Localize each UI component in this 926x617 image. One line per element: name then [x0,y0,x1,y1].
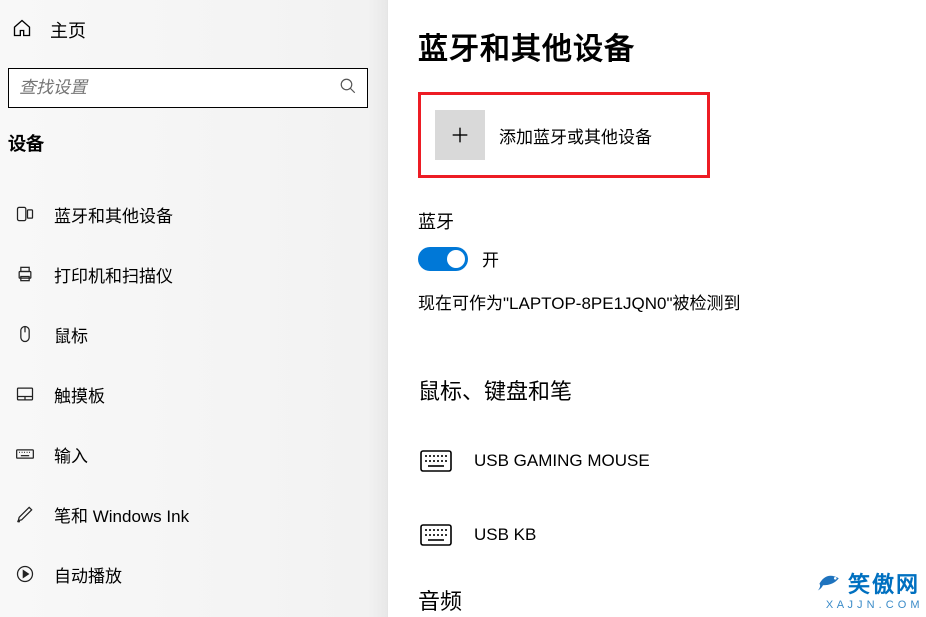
sidebar-item-printers[interactable]: 打印机和扫描仪 [0,244,387,304]
main-content: 蓝牙和其他设备 添加蓝牙或其他设备 蓝牙 开 现在可作为"LAPTOP-8PE1… [388,0,926,617]
keyboard-icon [14,443,36,465]
sidebar-item-label: 输入 [54,442,88,467]
device-row[interactable]: USB GAMING MOUSE [418,436,896,486]
home-label: 主页 [50,17,86,43]
device-row[interactable]: USB KB [418,510,896,560]
keyboard-device-icon [418,450,454,472]
sidebar-item-label: 打印机和扫描仪 [54,262,173,287]
section-heading-audio: 音频 [418,584,896,616]
plus-icon [435,110,485,160]
sidebar: 主页 设备 蓝牙和其他设备 打印机和扫描仪 [0,0,388,617]
sidebar-item-typing[interactable]: 输入 [0,424,387,484]
bluetooth-toggle[interactable] [418,247,468,271]
sidebar-item-label: 触摸板 [54,382,105,407]
search-box[interactable] [8,68,368,108]
add-device-label: 添加蓝牙或其他设备 [499,123,652,148]
pen-icon [14,503,36,525]
device-name: USB GAMING MOUSE [474,451,650,471]
bluetooth-heading: 蓝牙 [418,208,896,234]
sidebar-section-title: 设备 [0,120,387,166]
nav-list: 蓝牙和其他设备 打印机和扫描仪 鼠标 触摸板 [0,166,387,604]
bluetooth-detect-text: 现在可作为"LAPTOP-8PE1JQN0"被检测到 [418,289,896,314]
sidebar-item-home[interactable]: 主页 [0,0,387,60]
bluetooth-toggle-label: 开 [482,246,499,271]
device-name: USB KB [474,525,536,545]
add-device-button[interactable]: 添加蓝牙或其他设备 [418,92,710,178]
sidebar-item-bluetooth[interactable]: 蓝牙和其他设备 [0,184,387,244]
home-icon [12,18,32,43]
sidebar-item-label: 蓝牙和其他设备 [54,202,173,227]
search-container [0,60,387,120]
mouse-icon [14,323,36,345]
sidebar-item-mouse[interactable]: 鼠标 [0,304,387,364]
section-heading-mouse-kbd: 鼠标、键盘和笔 [418,374,896,406]
autoplay-icon [14,563,36,585]
printer-icon [14,263,36,285]
sidebar-item-label: 自动播放 [54,562,122,587]
bluetooth-toggle-row: 开 [418,246,896,271]
sidebar-item-label: 鼠标 [54,322,88,347]
keyboard-device-icon [418,524,454,546]
search-input[interactable] [19,78,339,98]
sidebar-item-autoplay[interactable]: 自动播放 [0,544,387,604]
bluetooth-devices-icon [14,203,36,225]
sidebar-item-pen[interactable]: 笔和 Windows Ink [0,484,387,544]
sidebar-item-touchpad[interactable]: 触摸板 [0,364,387,424]
page-title: 蓝牙和其他设备 [418,24,896,68]
touchpad-icon [14,383,36,405]
sidebar-item-label: 笔和 Windows Ink [54,502,189,527]
search-icon [339,77,357,100]
